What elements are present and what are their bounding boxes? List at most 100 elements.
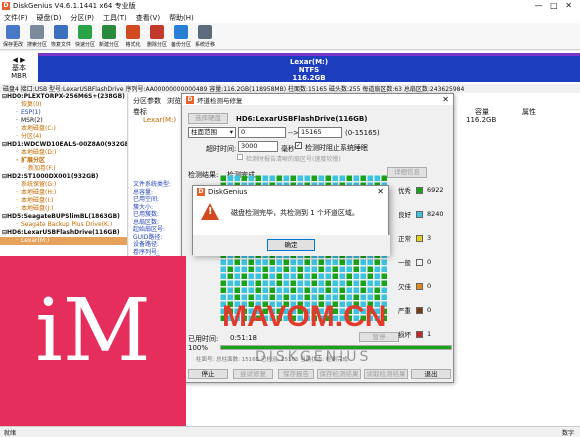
- toolbar-button-save[interactable]: 保存更改: [2, 23, 24, 49]
- disk-info-bar: 磁盘4 接口:USB 型号:LexarUSBFlashDrive 序列号:AA0…: [0, 84, 580, 93]
- sector-cell: [325, 280, 331, 286]
- tree-item[interactable]: · 本地磁盘(H:): [0, 189, 127, 197]
- sector-cell: [297, 273, 303, 279]
- save-report-button[interactable]: 保存报告: [278, 369, 314, 379]
- toolbar-button-quick-partition[interactable]: 快速分区: [74, 23, 96, 49]
- toolbar-button-delete[interactable]: 删除分区: [146, 23, 168, 49]
- save-icon: [6, 25, 20, 39]
- tree-item[interactable]: · 本地磁盘(C:): [0, 125, 127, 133]
- window-controls[interactable]: — □ ✕: [534, 1, 572, 10]
- sector-cell: [374, 175, 380, 181]
- dialog-title: 坏道检测与修复: [197, 96, 243, 105]
- column-attribute: 属性: [522, 108, 536, 116]
- tree-item[interactable]: · 恢复(0): [0, 101, 127, 109]
- status-bar: 就绪 数字: [0, 426, 580, 437]
- sector-cell: [311, 280, 317, 286]
- tree-item[interactable]: ⊟ HD5:SeagateBUPSlimBL(1863GB): [0, 213, 127, 221]
- sleep-checkbox[interactable]: ✓: [295, 142, 302, 149]
- tab-partition-params[interactable]: 分区参数: [133, 96, 161, 106]
- tree-item[interactable]: · ESP(1): [0, 109, 127, 117]
- sector-cell: [297, 175, 303, 181]
- delete-icon: [150, 25, 164, 39]
- tree-item[interactable]: · 本地磁盘(D:): [0, 149, 127, 157]
- try-repair-button[interactable]: 尝试修复: [233, 369, 273, 379]
- sector-cell: [346, 175, 352, 181]
- tree-item[interactable]: · MSR(2): [0, 117, 127, 125]
- sector-cell: [374, 287, 380, 293]
- tree-item[interactable]: · 新加卷(F:): [0, 165, 127, 173]
- legend-label: 优秀: [398, 187, 411, 195]
- sector-cell: [318, 266, 324, 272]
- tree-item-label: 扩展分区: [21, 157, 46, 164]
- menu-tools[interactable]: 工具(T): [103, 13, 127, 23]
- format-icon: [126, 25, 140, 39]
- migrate-icon: [198, 25, 212, 39]
- legend-item: 良好 8240: [398, 202, 454, 226]
- sector-cell: [227, 266, 233, 272]
- timeout-input[interactable]: 3000: [238, 141, 278, 152]
- sector-cell: [234, 259, 240, 265]
- detail-label: GUID路径:: [133, 233, 163, 241]
- range-to-input[interactable]: 15165: [298, 127, 342, 138]
- msgbox-close-icon[interactable]: ✕: [377, 187, 384, 196]
- sector-cell: [374, 280, 380, 286]
- sector-cell: [255, 175, 261, 181]
- range-from-input[interactable]: 0: [238, 127, 286, 138]
- ok-button[interactable]: 确定: [267, 239, 315, 251]
- tree-item-label: HD5:SeagateBUPSlimBL(1863GB): [7, 213, 120, 220]
- disk-map: ◀ ▶ 基本 MBR Lexar(M:) NTFS 116.2GB: [0, 51, 580, 84]
- tree-item[interactable]: ⊟ HD0:PLEXTORPX-256M6S+(238GB): [0, 93, 127, 101]
- tree-item[interactable]: ⊟ HD6:LexarUSBFlashDrive(116GB): [0, 229, 127, 237]
- select-disk-button[interactable]: 选择硬盘: [188, 113, 228, 124]
- menu-view[interactable]: 查看(V): [136, 13, 160, 23]
- tree-item-label: HD0:PLEXTORPX-256M6S+(238GB): [7, 93, 125, 100]
- tree-item[interactable]: · 分区(4): [0, 133, 127, 141]
- tree-item[interactable]: ⊟ HD1:WDCWD10EALS-00Z8A0(932GB): [0, 141, 127, 149]
- tree-item[interactable]: · Seagate Backup Plus Drive(K:): [0, 221, 127, 229]
- menu-file[interactable]: 文件(F): [4, 13, 28, 23]
- sector-cell: [255, 259, 261, 265]
- toolbar-button-search[interactable]: 搜索分区: [26, 23, 48, 49]
- sector-cell: [241, 259, 247, 265]
- capacity-value: 116.2GB: [466, 116, 497, 124]
- legend-count: 0: [427, 258, 432, 266]
- toolbar-button-format[interactable]: 格式化: [122, 23, 144, 49]
- legend-label: 一般: [398, 259, 411, 267]
- load-result-button[interactable]: 读取检测结果: [364, 369, 408, 379]
- exit-button[interactable]: 退出: [411, 369, 451, 379]
- partition-bar-size: 116.2GB: [292, 74, 326, 82]
- tree-item[interactable]: · 本地磁盘(I:): [0, 197, 127, 205]
- report-checkbox[interactable]: [237, 154, 243, 160]
- legend-count: 0: [427, 282, 432, 290]
- sector-cell: [367, 273, 373, 279]
- toolbar-button-backup[interactable]: 备份分区: [170, 23, 192, 49]
- tree-item[interactable]: ⊟ HD2:ST1000DX001(932GB): [0, 173, 127, 181]
- sector-cell: [269, 175, 275, 181]
- sector-cell: [332, 273, 338, 279]
- menu-disk[interactable]: 硬盘(D): [37, 13, 62, 23]
- save-result-button[interactable]: 保存检测结果: [317, 369, 361, 379]
- dialog-titlebar: D 坏道检测与修复 ✕: [182, 94, 453, 105]
- sector-cell: [255, 287, 261, 293]
- partition-bar[interactable]: Lexar(M:) NTFS 116.2GB: [38, 53, 580, 82]
- volume-row[interactable]: Lexar(M:): [143, 116, 176, 124]
- disk-nav-arrows[interactable]: ◀ ▶: [13, 56, 26, 64]
- toolbar-button-new-partition[interactable]: 新建分区: [98, 23, 120, 49]
- tree-item[interactable]: · 本地磁盘(J:): [0, 205, 127, 213]
- toolbar-button-migrate[interactable]: 系统迁移: [194, 23, 216, 49]
- sector-cell: [339, 266, 345, 272]
- tree-item[interactable]: · 扩展分区: [0, 157, 127, 165]
- sector-cell: [374, 273, 380, 279]
- tree-item[interactable]: · Lexar(M:): [0, 237, 127, 245]
- sector-cell: [227, 273, 233, 279]
- menu-partition[interactable]: 分区(P): [70, 13, 94, 23]
- toolbar-label: 系统迁移: [194, 42, 215, 48]
- dialog-close-icon[interactable]: ✕: [442, 95, 449, 104]
- sector-cell: [332, 175, 338, 181]
- tree-item[interactable]: · 系统保留(G:): [0, 181, 127, 189]
- stop-button[interactable]: 停止: [188, 369, 228, 379]
- range-type-select[interactable]: 柱面范围 ▾: [188, 127, 236, 138]
- details-button[interactable]: 详细信息: [387, 167, 427, 178]
- menu-help[interactable]: 帮助(H): [169, 13, 194, 23]
- toolbar-button-recover[interactable]: 恢复文件: [50, 23, 72, 49]
